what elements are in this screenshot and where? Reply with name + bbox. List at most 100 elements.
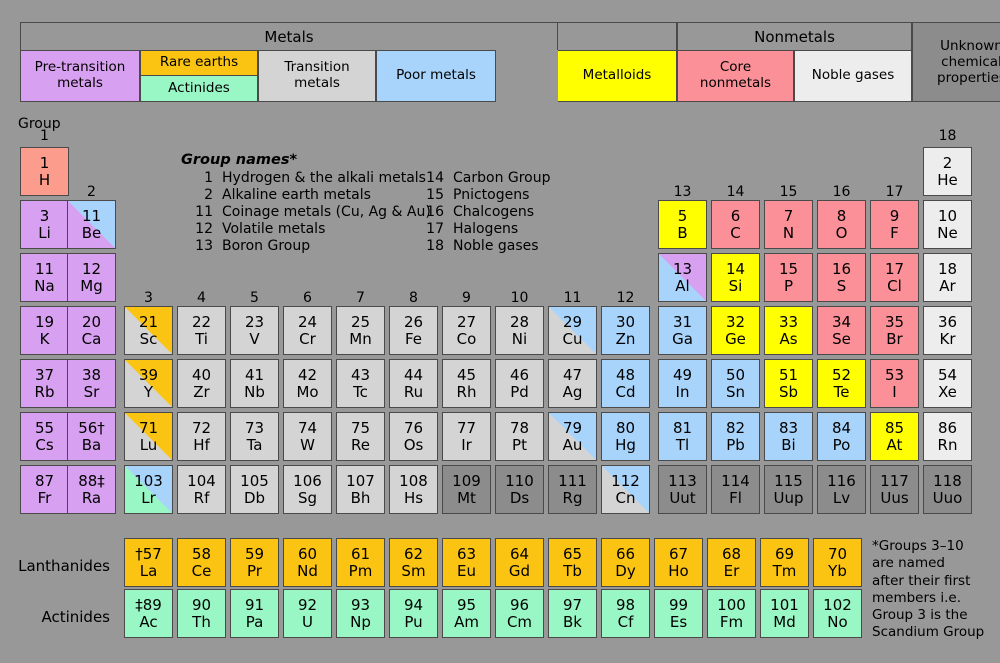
element-mg[interactable]: 12Mg [67, 253, 116, 302]
element-sb[interactable]: 51Sb [764, 359, 813, 408]
legend-pre-transition-metals[interactable]: Pre-transition metals [20, 50, 140, 102]
element-cl[interactable]: 17Cl [870, 253, 919, 302]
element-sg[interactable]: 106Sg [283, 465, 332, 514]
element-be[interactable]: 11Be [67, 200, 116, 249]
lanthanide-tm[interactable]: 69Tm [760, 538, 809, 587]
element-rn[interactable]: 86Rn [923, 412, 972, 461]
element-mo[interactable]: 42Mo [283, 359, 332, 408]
actinide-bk[interactable]: 97Bk [548, 589, 597, 638]
element-ca[interactable]: 20Ca [67, 306, 116, 355]
lanthanide-pm[interactable]: 61Pm [336, 538, 385, 587]
lanthanide-ce[interactable]: 58Ce [177, 538, 226, 587]
element-ga[interactable]: 31Ga [658, 306, 707, 355]
legend-core-nonmetals[interactable]: Core nonmetals [677, 50, 794, 102]
element-kr[interactable]: 36Kr [923, 306, 972, 355]
actinide-np[interactable]: 93Np [336, 589, 385, 638]
element-ra[interactable]: 88‡Ra [67, 465, 116, 514]
element-sr[interactable]: 38Sr [67, 359, 116, 408]
element-as[interactable]: 33As [764, 306, 813, 355]
actinide-u[interactable]: 92U [283, 589, 332, 638]
element-cd[interactable]: 48Cd [601, 359, 650, 408]
element-fl[interactable]: 114Fl [711, 465, 760, 514]
legend-unknown-chemical-properties[interactable]: Unknown chemical properties [912, 22, 1000, 102]
element-xe[interactable]: 54Xe [923, 359, 972, 408]
lanthanide-nd[interactable]: 60Nd [283, 538, 332, 587]
element-ne[interactable]: 10Ne [923, 200, 972, 249]
element-i[interactable]: 53I [870, 359, 919, 408]
element-tl[interactable]: 81Tl [658, 412, 707, 461]
element-hg[interactable]: 80Hg [601, 412, 650, 461]
legend-noble-gases[interactable]: Noble gases [794, 50, 912, 102]
element-o[interactable]: 8O [817, 200, 866, 249]
element-br[interactable]: 35Br [870, 306, 919, 355]
lanthanide-er[interactable]: 68Er [707, 538, 756, 587]
legend-transition-metals[interactable]: Transition metals [258, 50, 376, 102]
lanthanide-dy[interactable]: 66Dy [601, 538, 650, 587]
element-h[interactable]: 1H [20, 147, 69, 196]
actinide-pa[interactable]: 91Pa [230, 589, 279, 638]
lanthanide-tb[interactable]: 65Tb [548, 538, 597, 587]
element-li[interactable]: 3Li [20, 200, 69, 249]
lanthanide-eu[interactable]: 63Eu [442, 538, 491, 587]
actinide-pu[interactable]: 94Pu [389, 589, 438, 638]
element-cu[interactable]: 29Cu [548, 306, 597, 355]
element-lu[interactable]: 71Lu [124, 412, 173, 461]
element-os[interactable]: 76Os [389, 412, 438, 461]
element-cr[interactable]: 24Cr [283, 306, 332, 355]
element-fr[interactable]: 87Fr [20, 465, 69, 514]
element-po[interactable]: 84Po [817, 412, 866, 461]
element-he[interactable]: 2He [923, 147, 972, 196]
element-co[interactable]: 27Co [442, 306, 491, 355]
lanthanide-gd[interactable]: 64Gd [495, 538, 544, 587]
element-re[interactable]: 75Re [336, 412, 385, 461]
element-rg[interactable]: 111Rg [548, 465, 597, 514]
element-pb[interactable]: 82Pb [711, 412, 760, 461]
element-b[interactable]: 5B [658, 200, 707, 249]
element-na[interactable]: 11Na [20, 253, 69, 302]
element-ge[interactable]: 32Ge [711, 306, 760, 355]
actinide-am[interactable]: 95Am [442, 589, 491, 638]
element-ir[interactable]: 77Ir [442, 412, 491, 461]
element-uus[interactable]: 117Uus [870, 465, 919, 514]
element-uut[interactable]: 113Uut [658, 465, 707, 514]
element-fe[interactable]: 26Fe [389, 306, 438, 355]
legend-rare-earths[interactable]: Rare earths [140, 50, 258, 76]
element-p[interactable]: 15P [764, 253, 813, 302]
element-y[interactable]: 39Y [124, 359, 173, 408]
element-v[interactable]: 23V [230, 306, 279, 355]
lanthanide-la[interactable]: †57La [124, 538, 173, 587]
element-zn[interactable]: 30Zn [601, 306, 650, 355]
element-at[interactable]: 85At [870, 412, 919, 461]
element-ar[interactable]: 18Ar [923, 253, 972, 302]
legend-metalloids[interactable]: Metalloids [558, 50, 677, 102]
element-ba[interactable]: 56†Ba [67, 412, 116, 461]
element-ru[interactable]: 44Ru [389, 359, 438, 408]
element-pt[interactable]: 78Pt [495, 412, 544, 461]
lanthanide-yb[interactable]: 70Yb [813, 538, 862, 587]
element-zr[interactable]: 40Zr [177, 359, 226, 408]
element-mn[interactable]: 25Mn [336, 306, 385, 355]
element-ta[interactable]: 73Ta [230, 412, 279, 461]
element-lr[interactable]: 103Lr [124, 465, 173, 514]
element-nb[interactable]: 41Nb [230, 359, 279, 408]
element-ag[interactable]: 47Ag [548, 359, 597, 408]
element-pd[interactable]: 46Pd [495, 359, 544, 408]
element-s[interactable]: 16S [817, 253, 866, 302]
element-n[interactable]: 7N [764, 200, 813, 249]
lanthanide-ho[interactable]: 67Ho [654, 538, 703, 587]
element-mt[interactable]: 109Mt [442, 465, 491, 514]
element-cn[interactable]: 112Cn [601, 465, 650, 514]
element-al[interactable]: 13Al [658, 253, 707, 302]
legend-actinides[interactable]: Actinides [140, 76, 258, 102]
element-rf[interactable]: 104Rf [177, 465, 226, 514]
element-k[interactable]: 19K [20, 306, 69, 355]
actinide-es[interactable]: 99Es [654, 589, 703, 638]
legend-poor-metals[interactable]: Poor metals [376, 50, 496, 102]
actinide-md[interactable]: 101Md [760, 589, 809, 638]
actinide-cf[interactable]: 98Cf [601, 589, 650, 638]
element-sn[interactable]: 50Sn [711, 359, 760, 408]
actinide-fm[interactable]: 100Fm [707, 589, 756, 638]
element-si[interactable]: 14Si [711, 253, 760, 302]
element-cs[interactable]: 55Cs [20, 412, 69, 461]
element-f[interactable]: 9F [870, 200, 919, 249]
